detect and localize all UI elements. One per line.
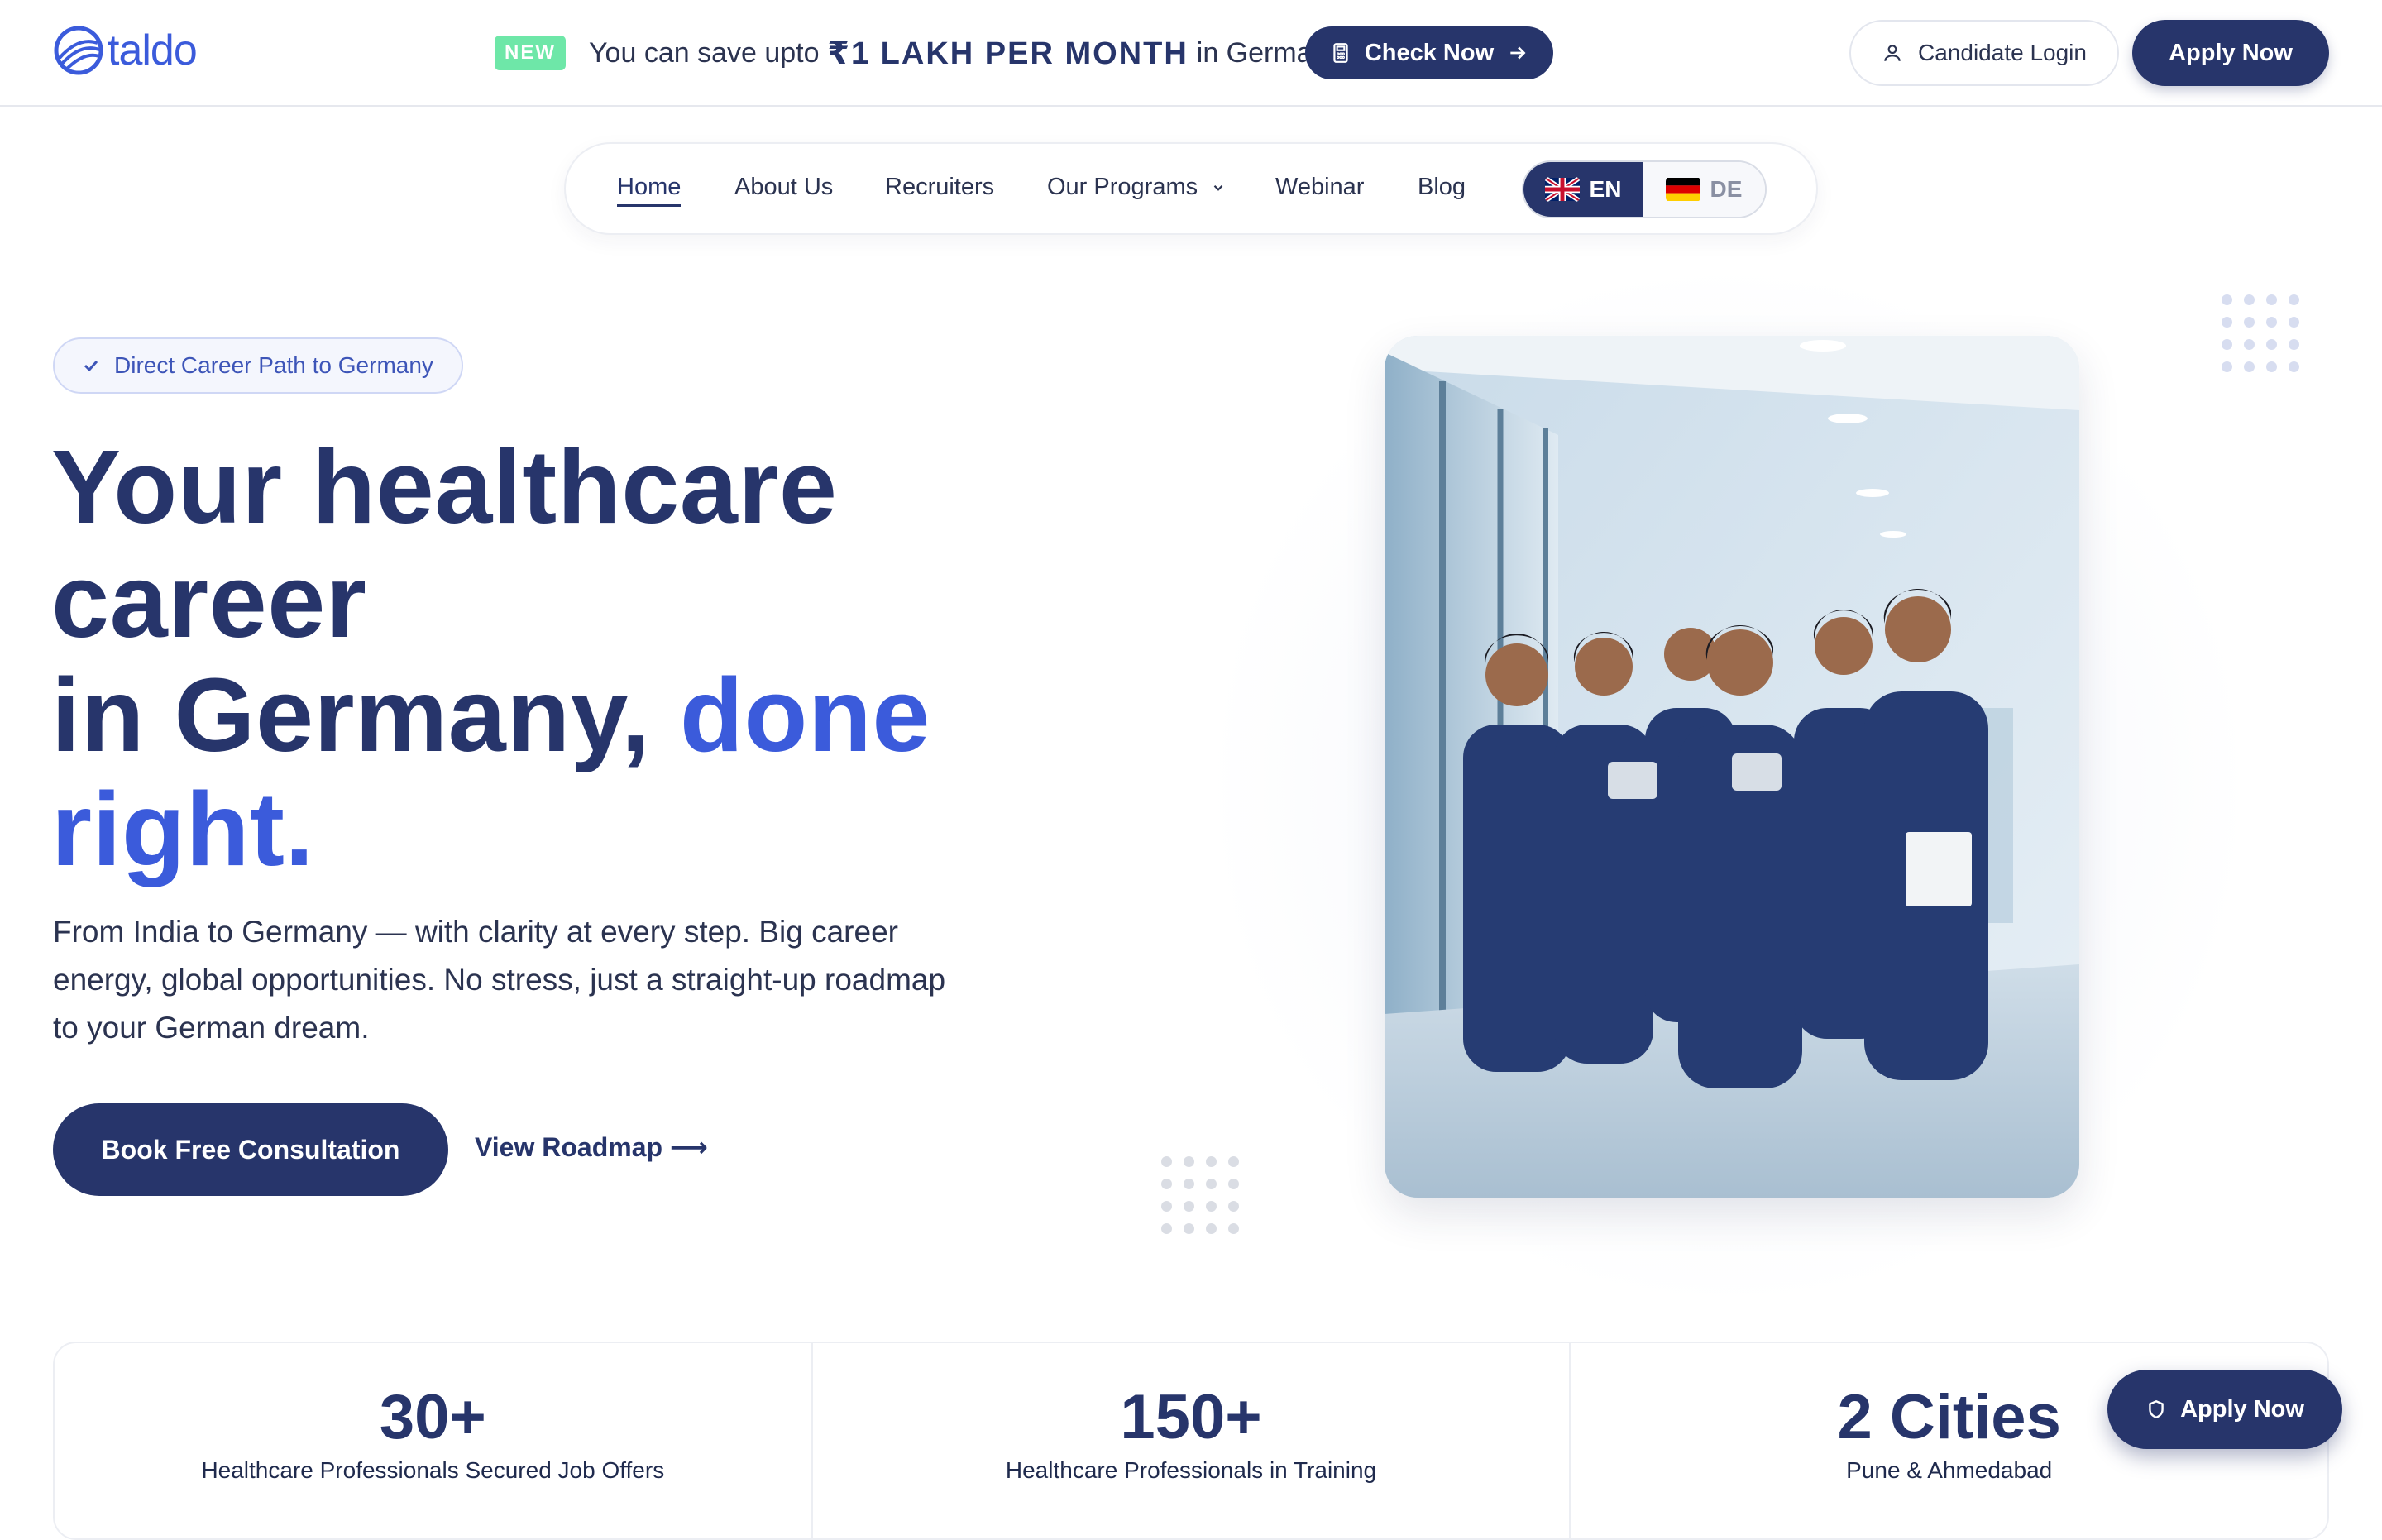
germany-flag-icon bbox=[1665, 177, 1700, 202]
brand-logo[interactable]: taldo bbox=[53, 25, 198, 76]
view-roadmap-link[interactable]: View Roadmap ⟶ bbox=[475, 1131, 708, 1163]
hero-image-illustration bbox=[1385, 336, 2079, 1198]
hero-title-accent-2: right. bbox=[51, 771, 314, 887]
stat-item: 150+ Healthcare Professionals in Trainin… bbox=[813, 1343, 1571, 1538]
hero-title-line-1: Your healthcare bbox=[51, 428, 838, 545]
hero-title-accent-1: done bbox=[679, 657, 930, 773]
check-icon bbox=[84, 360, 98, 372]
nav-item-recruiters[interactable]: Recruiters bbox=[885, 174, 994, 201]
user-icon bbox=[1884, 45, 1901, 61]
promo-banner: NEW You can save upto ₹1 LAKH PER MONTH … bbox=[495, 25, 1342, 81]
nav-item-our-programs[interactable]: Our Programs bbox=[1047, 174, 1226, 201]
uk-flag-icon bbox=[1544, 177, 1580, 202]
nav-item-about-us[interactable]: About Us bbox=[734, 174, 833, 201]
promo-text-highlight: ₹1 LAKH PER MONTH bbox=[827, 36, 1189, 71]
germany-flag-icon bbox=[339, 830, 379, 857]
language-option-en[interactable]: EN bbox=[1523, 162, 1643, 217]
brand-name: taldo bbox=[108, 26, 198, 74]
hero-description: From India to Germany — with clarity at … bbox=[53, 915, 946, 1045]
nav-item-blog[interactable]: Blog bbox=[1418, 174, 1466, 201]
language-option-de[interactable]: DE bbox=[1643, 162, 1765, 217]
language-de-label: DE bbox=[1710, 176, 1743, 202]
stat-item: 30+ Healthcare Professionals Secured Job… bbox=[55, 1343, 813, 1538]
arrow-right-icon bbox=[1510, 46, 1526, 60]
stat-label: Healthcare Professionals in Training bbox=[1005, 1457, 1377, 1483]
hero-image bbox=[1385, 336, 2079, 1198]
decorative-dots-bottom-left bbox=[1161, 1156, 1239, 1234]
calculator-icon bbox=[1333, 43, 1348, 63]
check-now-button[interactable]: Check Now bbox=[1305, 26, 1553, 79]
stat-value: 150+ bbox=[1120, 1382, 1262, 1452]
stats-bar: 30+ Healthcare Professionals Secured Job… bbox=[53, 1342, 2329, 1540]
candidate-login-button[interactable]: Candidate Login bbox=[1849, 20, 2119, 86]
stat-label: Healthcare Professionals Secured Job Off… bbox=[201, 1457, 665, 1483]
hero-title: Your healthcare career in Germany, done … bbox=[51, 430, 1044, 887]
apply-now-floating-button[interactable]: Apply Now bbox=[2107, 1370, 2342, 1449]
language-en-label: EN bbox=[1589, 176, 1622, 202]
nav-item-home[interactable]: Home bbox=[617, 174, 682, 207]
hero-title-line-4: right. bbox=[51, 772, 1044, 887]
chevron-down-icon bbox=[1213, 185, 1223, 192]
promo-text-pre: You can save upto bbox=[589, 36, 820, 69]
hero-title-line-3: in Germany, done bbox=[51, 658, 1044, 772]
globe-logo-icon bbox=[54, 26, 103, 75]
language-switcher: EN DE bbox=[1522, 160, 1767, 218]
stat-value: 30+ bbox=[379, 1382, 486, 1452]
main-nav: Home About Us Recruiters Our Programs We… bbox=[564, 142, 1818, 235]
apply-now-header-button[interactable]: Apply Now bbox=[2132, 20, 2329, 86]
nav-item-webinar[interactable]: Webinar bbox=[1275, 174, 1364, 201]
career-path-badge: Direct Career Path to Germany bbox=[53, 337, 463, 394]
hero-title-plain: in Germany, bbox=[51, 657, 680, 773]
new-badge: NEW bbox=[495, 36, 566, 70]
top-bar: taldo NEW You can save upto ₹1 LAKH PER … bbox=[0, 0, 2382, 107]
shield-icon bbox=[2149, 1399, 2164, 1419]
hero-title-line-2: career bbox=[51, 543, 367, 659]
career-path-badge-label: Direct Career Path to Germany bbox=[114, 352, 433, 378]
nav-item-our-programs-label: Our Programs bbox=[1047, 174, 1198, 200]
stat-label: Pune & Ahmedabad bbox=[1846, 1457, 2053, 1483]
check-now-label: Check Now bbox=[1364, 39, 1495, 66]
apply-now-floating-label: Apply Now bbox=[2180, 1395, 2304, 1423]
book-consultation-button[interactable]: Book Free Consultation bbox=[53, 1103, 448, 1196]
decorative-dots-top-right bbox=[2222, 294, 2299, 372]
candidate-login-label: Candidate Login bbox=[1918, 40, 2087, 65]
